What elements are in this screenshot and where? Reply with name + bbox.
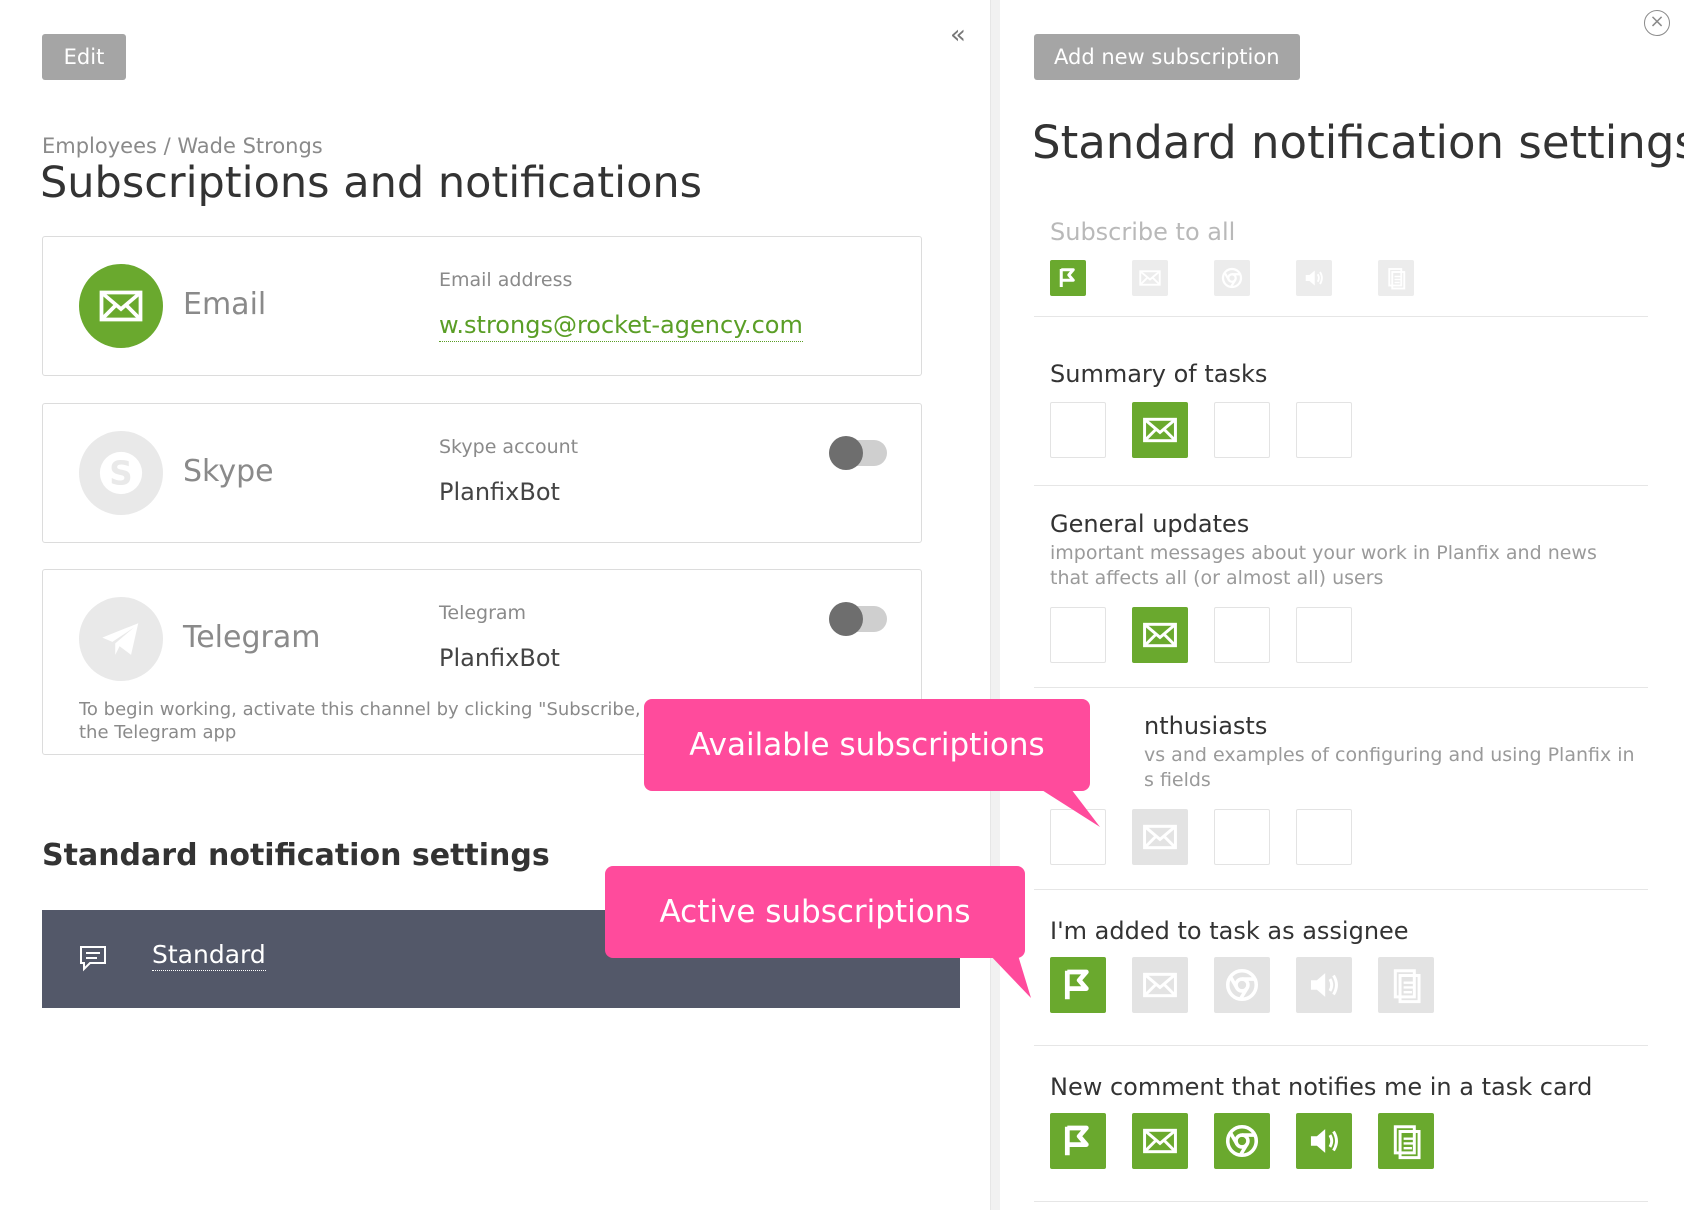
subscribe-all-section: Subscribe to all — [1034, 200, 1648, 317]
section-title: General updates — [1050, 510, 1250, 538]
panel-title: Standard notification settings — [1032, 116, 1684, 169]
empty-slot — [1050, 402, 1106, 458]
telegram-note: To begin working, activate this channel … — [79, 698, 639, 744]
empty-slot — [1214, 607, 1270, 663]
mail-icon[interactable] — [1132, 957, 1188, 1013]
section-title: Summary of tasks — [1050, 360, 1268, 388]
callout-pointer — [1034, 785, 1100, 827]
telegram-label: Telegram — [439, 602, 527, 624]
toggle-knob — [829, 602, 863, 636]
flag-icon[interactable] — [1050, 957, 1106, 1013]
document-icon[interactable] — [1378, 1113, 1434, 1169]
email-address-label: Email address — [439, 269, 573, 291]
document-icon[interactable] — [1378, 957, 1434, 1013]
page-title: Subscriptions and notifications — [40, 158, 703, 208]
channel-name: Telegram — [183, 620, 321, 655]
section-description-line2: s fields — [1144, 769, 1211, 791]
section-description: important messages about your work in Pl… — [1050, 542, 1597, 589]
section-description-line1: vs and examples of configuring and using… — [1144, 744, 1635, 766]
general-updates-section: General updates important messages about… — [1034, 485, 1648, 688]
mail-icon[interactable] — [1132, 1113, 1188, 1169]
toggle-knob — [829, 436, 863, 470]
svg-text:S: S — [109, 454, 132, 492]
skype-toggle[interactable] — [829, 436, 887, 470]
breadcrumb[interactable]: Employees / Wade Strongs — [42, 134, 323, 158]
document-icon[interactable] — [1378, 260, 1414, 296]
telegram-note-line2: the Telegram app — [79, 722, 237, 743]
empty-slot — [1214, 402, 1270, 458]
email-channel-card: Email Email address w.strongs@rocket-age… — [42, 236, 922, 376]
summary-of-tasks-section: Summary of tasks — [1034, 316, 1648, 486]
added-as-assignee-section: I'm added to task as assignee — [1034, 889, 1648, 1046]
available-subscriptions-callout: Available subscriptions — [644, 699, 1100, 827]
section-title: New comment that notifies me in a task c… — [1050, 1073, 1593, 1101]
telegram-icon — [79, 597, 163, 681]
mail-icon[interactable] — [1132, 260, 1168, 296]
telegram-note-line1: To begin working, activate this channel … — [79, 699, 639, 720]
add-subscription-button[interactable]: Add new subscription — [1034, 34, 1300, 80]
new-comment-section: New comment that notifies me in a task c… — [1034, 1045, 1648, 1202]
sound-icon[interactable] — [1296, 1113, 1352, 1169]
standard-settings-heading: Standard notification settings — [42, 838, 550, 873]
sound-icon[interactable] — [1296, 260, 1332, 296]
skype-icon: S — [79, 431, 163, 515]
collapse-panel-icon[interactable]: « — [950, 20, 966, 50]
skype-account-value: PlanfixBot — [439, 478, 560, 506]
edit-button[interactable]: Edit — [42, 34, 126, 80]
empty-slot — [1050, 607, 1106, 663]
sound-icon[interactable] — [1296, 957, 1352, 1013]
skype-channel-card: S Skype Skype account PlanfixBot — [42, 403, 922, 543]
empty-slot — [1214, 809, 1270, 865]
chrome-icon[interactable] — [1214, 1113, 1270, 1169]
section-title: nthusiasts — [1144, 712, 1268, 740]
chrome-icon[interactable] — [1214, 957, 1270, 1013]
panel-divider — [990, 0, 1000, 1210]
standard-settings-link[interactable]: Standard — [152, 940, 266, 971]
empty-slot — [1296, 402, 1352, 458]
skype-account-label: Skype account — [439, 436, 579, 458]
flag-icon[interactable] — [1050, 260, 1086, 296]
callout-pointer — [987, 952, 1031, 998]
telegram-toggle[interactable] — [829, 602, 887, 636]
envelope-icon — [79, 264, 163, 348]
mail-icon[interactable] — [1132, 402, 1188, 458]
empty-slot — [1296, 607, 1352, 663]
empty-slot — [1296, 809, 1352, 865]
channel-name: Email — [183, 287, 267, 322]
chrome-icon[interactable] — [1214, 260, 1250, 296]
channel-name: Skype — [183, 454, 274, 489]
mail-icon[interactable] — [1132, 809, 1188, 865]
email-address-link[interactable]: w.strongs@rocket-agency.com — [439, 311, 803, 342]
callout-text: Active subscriptions — [659, 894, 971, 930]
callout-text: Available subscriptions — [689, 727, 1045, 763]
active-subscriptions-callout: Active subscriptions — [605, 866, 1031, 998]
enthusiasts-section: nthusiasts vs and examples of configurin… — [1034, 687, 1648, 890]
close-icon[interactable]: × — [1644, 10, 1670, 36]
telegram-value: PlanfixBot — [439, 644, 560, 672]
section-title: I'm added to task as assignee — [1050, 917, 1409, 945]
message-icon — [80, 946, 106, 972]
section-title: Subscribe to all — [1050, 218, 1236, 246]
flag-icon[interactable] — [1050, 1113, 1106, 1169]
mail-icon[interactable] — [1132, 607, 1188, 663]
